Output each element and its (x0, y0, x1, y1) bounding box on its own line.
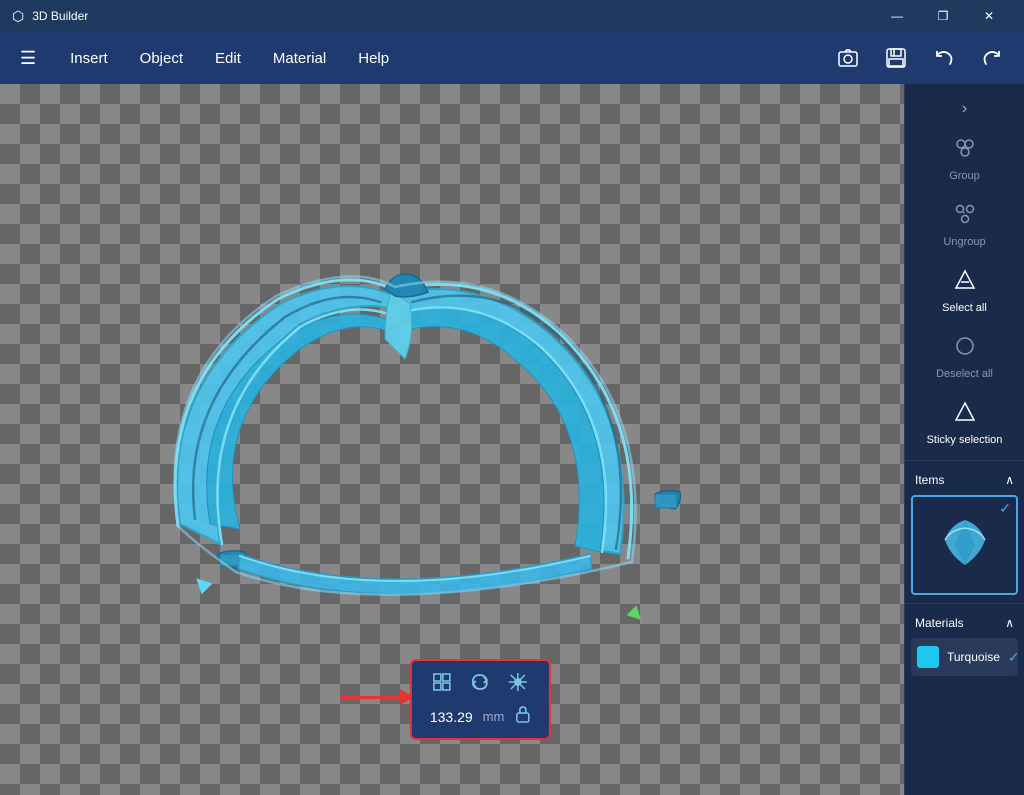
menu-bar: ☰ Insert Object Edit Material Help (0, 32, 1024, 84)
arrow-line (340, 696, 400, 699)
group-icon (953, 136, 977, 166)
panel-item-deselect-all[interactable]: Deselect all (905, 324, 1024, 390)
item-preview-svg (930, 510, 1000, 580)
viewport[interactable]: ▶ ▶ (0, 84, 904, 795)
arrow-indicator (340, 689, 414, 705)
toolbar-icons (431, 671, 529, 699)
rotate-icon[interactable] (469, 671, 491, 699)
divider-2 (905, 603, 1024, 604)
material-color-swatch (917, 646, 939, 668)
ungroup-label: Ungroup (943, 236, 985, 248)
sticky-selection-label: Sticky selection (927, 434, 1003, 446)
resize-icon[interactable] (431, 671, 453, 699)
panel-item-group[interactable]: Group (905, 126, 1024, 192)
menu-object[interactable]: Object (126, 42, 197, 75)
sticky-selection-icon (953, 400, 977, 430)
material-check-icon: ✓ (1008, 649, 1020, 666)
items-section: ✓ (905, 491, 1024, 599)
bottom-toolbar: 133.29 mm (410, 659, 550, 740)
toolbar-values: 133.29 mm (430, 705, 530, 728)
ungroup-icon (953, 202, 977, 232)
materials-section-label: Materials (915, 616, 964, 630)
window-controls: — ❐ ✕ (874, 0, 1012, 32)
save-icon (885, 47, 907, 69)
material-item-turquoise[interactable]: Turquoise ✓ (911, 638, 1018, 676)
menu-material[interactable]: Material (259, 42, 340, 75)
panel-item-select-all[interactable]: Select all (905, 258, 1024, 324)
undo-button[interactable] (924, 38, 964, 78)
app-icon: ⬡ (12, 8, 24, 25)
minimize-button[interactable]: — (874, 0, 920, 32)
lock-icon[interactable] (514, 705, 530, 728)
title-bar: ⬡ 3D Builder — ❐ ✕ (0, 0, 1024, 32)
materials-section: Turquoise ✓ (905, 634, 1024, 680)
items-section-header: Items ∧ (905, 465, 1024, 491)
transform-icon[interactable] (507, 671, 529, 699)
materials-section-header: Materials ∧ (905, 608, 1024, 634)
dimension-unit: mm (483, 709, 505, 724)
divider-1 (905, 460, 1024, 461)
material-name: Turquoise (947, 650, 1000, 664)
undo-icon (933, 47, 955, 69)
items-section-label: Items (915, 473, 944, 487)
items-collapse-icon[interactable]: ∧ (1005, 473, 1014, 487)
menu-edit[interactable]: Edit (201, 42, 255, 75)
panel-item-ungroup[interactable]: Ungroup (905, 192, 1024, 258)
hamburger-menu[interactable]: ☰ (12, 40, 44, 77)
group-label: Group (949, 170, 980, 182)
screenshot-icon (837, 47, 859, 69)
save-button[interactable] (876, 38, 916, 78)
screenshot-button[interactable] (828, 38, 868, 78)
item-thumbnail-0[interactable]: ✓ (911, 495, 1018, 595)
toolbar-right (828, 38, 1012, 78)
select-all-icon (953, 268, 977, 298)
right-panel: › Group Ungroup (904, 84, 1024, 795)
restore-button[interactable]: ❐ (920, 0, 966, 32)
redo-button[interactable] (972, 38, 1012, 78)
panel-item-sticky-selection[interactable]: Sticky selection (905, 390, 1024, 456)
close-button[interactable]: ✕ (966, 0, 1012, 32)
dimension-value: 133.29 (430, 709, 473, 725)
main-content: ▶ ▶ (0, 84, 1024, 795)
panel-expand-chevron[interactable]: › (905, 92, 1024, 126)
select-all-label: Select all (942, 302, 987, 314)
menu-help[interactable]: Help (344, 42, 403, 75)
materials-collapse-icon[interactable]: ∧ (1005, 616, 1014, 630)
menu-insert[interactable]: Insert (56, 42, 122, 75)
deselect-all-icon (953, 334, 977, 364)
item-check-icon: ✓ (999, 500, 1011, 517)
deselect-all-label: Deselect all (936, 368, 993, 380)
app-title: 3D Builder (32, 9, 88, 23)
redo-icon (981, 47, 1003, 69)
